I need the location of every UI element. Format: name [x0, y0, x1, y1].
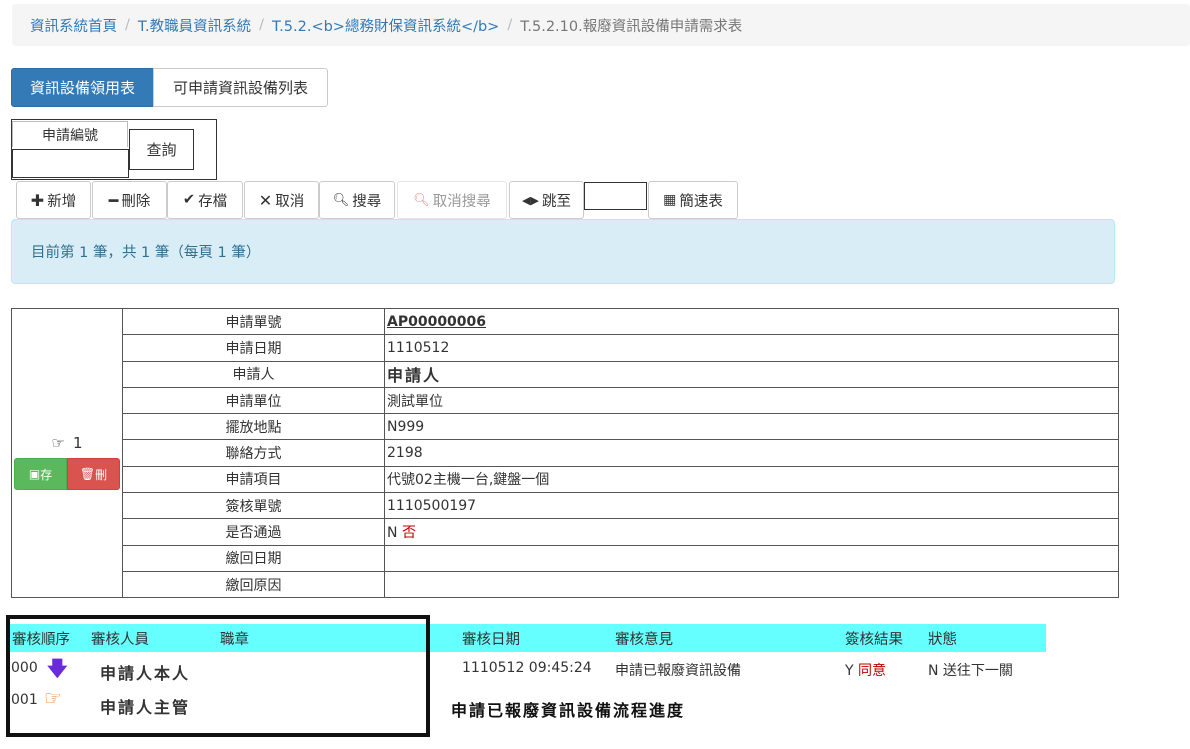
minus-icon: ━ [108, 190, 119, 210]
close-icon: ✕ [258, 190, 273, 210]
field-value [384, 570, 1119, 599]
field-label: 擺放地點 [122, 413, 385, 441]
breadcrumb-separator: / [259, 17, 265, 33]
field-value: N999 [384, 413, 1119, 441]
field-value: 1110500197 [384, 492, 1119, 520]
table-row: 擺放地點 N999 [12, 413, 1119, 441]
tab-available-equipment-list[interactable]: 可申請資訊設備列表 [153, 68, 328, 107]
breadcrumb-asset-system[interactable]: T.5.2.<b>總務財保資訊系統</b> [272, 15, 499, 36]
field-label: 申請單位 [122, 386, 385, 415]
breadcrumb-separator: / [125, 17, 130, 33]
application-number-label: 申請編號 [12, 121, 128, 147]
table-row: 申請人 申請人 [12, 360, 1119, 388]
breadcrumb-staff-system[interactable]: T.教職員資訊系統 [138, 15, 251, 36]
cancel-button[interactable]: ✕ 取消 [244, 181, 319, 219]
breadcrumb-separator: / [507, 17, 513, 33]
application-id-link[interactable]: AP00000006 [387, 314, 486, 330]
review-header-opinion: 審核意見 [615, 632, 673, 648]
table-row: 聯絡方式 2198 [12, 439, 1119, 467]
field-label: 聯絡方式 [122, 439, 385, 467]
delete-button[interactable]: ━ 刪除 [92, 181, 167, 219]
review-status: N 送往下一關 [928, 663, 1013, 679]
breadcrumb: 資訊系統首頁 / T.教職員資訊系統 / T.5.2.<b>總務財保資訊系統</… [12, 4, 1190, 46]
review-header-date: 審核日期 [462, 632, 520, 648]
field-label: 簽核單號 [122, 492, 385, 520]
field-value: 2198 [384, 439, 1119, 467]
field-value: 測試單位 [384, 386, 1119, 415]
review-header-result: 簽核結果 [845, 632, 903, 648]
hand-pointer-icon: ☞ [51, 434, 65, 453]
trash-icon: 🗑︎ [79, 467, 96, 482]
table-row: 申請日期 1110512 [12, 334, 1119, 362]
applicant-name: 申請人 [387, 366, 442, 386]
add-button[interactable]: ✚ 新增 [16, 181, 91, 219]
table-row: 申請項目 代號02主機一台,鍵盤一個 [12, 465, 1119, 494]
review-date: 1110512 09:45:24 [462, 660, 592, 676]
search-button[interactable]: 🔍︎ 搜尋 [319, 181, 395, 219]
table-row: ☞ 1 ▣ 存 🗑︎ 刪 申請單號 AP00000006 [11, 307, 1119, 599]
review-opinion: 申請已報廢資訊設備 [615, 663, 741, 679]
application-number-input[interactable] [12, 149, 129, 178]
cancel-search-button[interactable]: 🔍︎ 取消搜尋 [397, 181, 507, 219]
table-grid-icon: ▦ [663, 192, 677, 208]
save-icon: ▣ [28, 467, 41, 482]
field-label: 繳回原因 [122, 570, 385, 599]
row-save-button[interactable]: ▣ 存 [14, 458, 67, 491]
breadcrumb-home[interactable]: 資訊系統首頁 [30, 15, 117, 36]
field-value: 1110512 [384, 334, 1119, 362]
record-side-cell: ☞ 1 ▣ 存 🗑︎ 刪 [11, 307, 123, 599]
arrows-horizontal-icon: ◀▶ [522, 193, 539, 207]
field-value: 申請人 [384, 360, 1119, 388]
review-header-status: 狀態 [928, 632, 957, 648]
field-label: 申請日期 [122, 334, 385, 362]
field-label: 是否通過 [122, 518, 385, 546]
flow-progress-caption: 申請已報廢資訊設備流程進度 [451, 701, 686, 720]
table-row: 申請單位 測試單位 [12, 386, 1119, 415]
field-label: 申請項目 [122, 465, 385, 494]
checkmark-icon: ✔ [182, 192, 196, 208]
field-value: N 否 [384, 518, 1119, 546]
tab-equipment-use-form[interactable]: 資訊設備領用表 [11, 68, 154, 107]
record-detail-table: ☞ 1 ▣ 存 🗑︎ 刪 申請單號 AP00000006 申請日期 1110512 … [11, 307, 1119, 599]
jump-page-input[interactable] [584, 182, 647, 210]
search-off-icon: 🔍︎ [413, 192, 430, 208]
field-value [384, 544, 1119, 572]
save-button[interactable]: ✔ 存檔 [167, 181, 243, 219]
record-status-message: 目前第 1 筆，共 1 筆（每頁 1 筆） [11, 219, 1115, 284]
review-result: Y 同意 [845, 663, 887, 679]
field-label: 申請人 [122, 360, 385, 388]
highlight-frame [6, 615, 430, 737]
field-label: 繳回日期 [122, 544, 385, 572]
quick-table-button[interactable]: ▦ 簡速表 [648, 181, 738, 219]
record-index: 1 [72, 434, 83, 453]
breadcrumb-current: T.5.2.10.報廢資訊設備申請需求表 [520, 18, 743, 35]
query-button[interactable]: 查詢 [129, 129, 194, 170]
approval-status-text: 否 [401, 525, 416, 542]
table-row: 繳回原因 [12, 570, 1119, 599]
row-delete-button[interactable]: 🗑︎ 刪 [67, 458, 120, 491]
jump-button[interactable]: ◀▶ 跳至 [509, 181, 584, 219]
table-row: 繳回日期 [12, 544, 1119, 572]
table-row: 簽核單號 1110500197 [12, 492, 1119, 520]
field-value: 代號02主機一台,鍵盤一個 [384, 465, 1119, 494]
table-row: 是否通過 N 否 [12, 518, 1119, 546]
field-value: AP00000006 [384, 307, 1119, 336]
plus-icon: ✚ [30, 190, 45, 210]
search-icon: 🔍︎ [332, 192, 350, 208]
field-label: 申請單號 [122, 307, 385, 336]
